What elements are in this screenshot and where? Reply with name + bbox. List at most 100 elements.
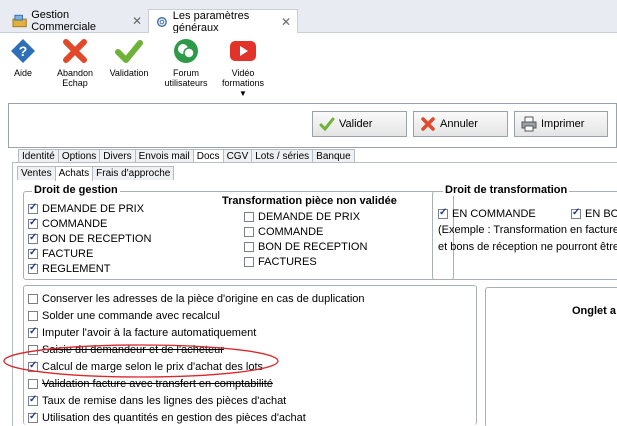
tab-identite[interactable]: Identité: [18, 149, 59, 163]
validation-button[interactable]: Validation: [106, 37, 152, 78]
button-label: Annuler: [440, 118, 478, 130]
dropdown-arrow-icon[interactable]: ▼: [239, 89, 247, 99]
checkbox-trans-bon-reception[interactable]: BON DE RECEPTION: [244, 241, 367, 253]
button-label: Aide: [13, 68, 32, 78]
svg-text:?: ?: [19, 43, 28, 59]
checkbox-box[interactable]: [244, 227, 254, 237]
valider-button[interactable]: Valider: [312, 111, 407, 137]
checkbox-bon-reception[interactable]: BON DE RECEPTION: [28, 232, 152, 245]
forum-icon: [174, 39, 198, 63]
checkbox-box[interactable]: [28, 294, 38, 304]
button-label: Valider: [339, 118, 373, 130]
cancel-x-icon: [421, 117, 435, 131]
checkbox-label: DEMANDE DE PRIX: [258, 211, 361, 223]
checkbox-box[interactable]: [438, 207, 448, 219]
checkbox-label: COMMANDE: [258, 226, 324, 238]
checkbox-box[interactable]: [244, 242, 254, 252]
checkbox-box[interactable]: [28, 326, 38, 338]
abandon-button[interactable]: Abandon Echap: [52, 37, 98, 88]
checkbox-label: EN BO: [585, 208, 617, 220]
tab-envois-mail[interactable]: Envois mail: [134, 149, 194, 163]
checkbox-trans-factures[interactable]: FACTURES: [244, 256, 317, 268]
checkbox-utilisation-quantites[interactable]: Utilisation des quantités en gestion des…: [28, 411, 306, 424]
example-text-line1: (Exemple : Transformation en facture: [438, 224, 617, 236]
checkbox-box[interactable]: [244, 212, 254, 222]
checkbox-box[interactable]: [571, 207, 581, 219]
checkbox-label: EN COMMANDE: [452, 208, 536, 220]
main-tab-strip: Identité Options Divers Envois mail Docs…: [18, 149, 355, 164]
tab-frais-approche[interactable]: Frais d'approche: [92, 166, 175, 180]
help-icon: ?: [11, 39, 35, 63]
checkbox-box[interactable]: [28, 232, 38, 244]
group-title: Droit de transformation: [443, 184, 570, 196]
button-label: Abandon Echap: [56, 68, 94, 88]
checkbox-facture[interactable]: FACTURE: [28, 247, 93, 260]
printer-icon: [521, 116, 537, 132]
button-label: Vidéo formations: [221, 68, 265, 88]
tab-banque[interactable]: Banque: [312, 149, 355, 163]
group-title: Droit de gestion: [32, 184, 120, 196]
transformation-title: Transformation pièce non validée: [222, 195, 397, 207]
imprimer-button[interactable]: Imprimer: [514, 111, 608, 137]
checkbox-commande[interactable]: COMMANDE: [28, 217, 108, 230]
tab-ventes[interactable]: Ventes: [17, 166, 56, 180]
cancel-x-icon: [63, 39, 87, 63]
checkbox-box[interactable]: [28, 202, 38, 214]
checkbox-taux-remise[interactable]: Taux de remise dans les lignes des pièce…: [28, 394, 287, 407]
checkbox-label: DEMANDE DE PRIX: [42, 203, 145, 215]
settings-gear-icon: [156, 16, 167, 27]
checkbox-solder-commande[interactable]: Solder une commande avec recalcul: [28, 310, 220, 322]
tab-cgv[interactable]: CGV: [222, 149, 253, 163]
checkbox-box[interactable]: [28, 411, 38, 423]
checkbox-reglement[interactable]: REGLEMENT: [28, 262, 111, 275]
checkbox-box[interactable]: [28, 262, 38, 274]
checkbox-box[interactable]: [244, 257, 254, 267]
tab-divers[interactable]: Divers: [99, 149, 136, 163]
tab-parametres-generaux[interactable]: Les paramètres généraux ✕: [148, 9, 298, 34]
checkbox-demande-prix[interactable]: DEMANDE DE PRIX: [28, 202, 145, 215]
app-icon: [12, 14, 27, 28]
forum-button[interactable]: Forum utilisateurs: [163, 37, 209, 88]
video-play-icon: [230, 41, 256, 61]
checkbox-label: BON DE RECEPTION: [42, 233, 152, 245]
checkbox-box[interactable]: [28, 247, 38, 259]
tab-achats[interactable]: Achats: [54, 166, 94, 181]
tab-gestion-commerciale[interactable]: Gestion Commerciale ✕: [6, 9, 148, 33]
checkbox-en-commande[interactable]: EN COMMANDE: [438, 207, 536, 220]
checkbox-en-bo[interactable]: EN BO: [571, 207, 617, 220]
tab-label: Les paramètres généraux: [172, 9, 250, 34]
close-icon[interactable]: ✕: [132, 14, 142, 28]
close-icon[interactable]: ✕: [281, 15, 291, 29]
checkbox-label: Solder une commande avec recalcul: [42, 310, 220, 322]
checkbox-box[interactable]: [28, 311, 38, 321]
checkbox-trans-demande-prix[interactable]: DEMANDE DE PRIX: [244, 211, 360, 223]
checkbox-label: Taux de remise dans les lignes des pièce…: [42, 395, 287, 407]
check-icon: [319, 117, 335, 132]
document-tab-bar: Gestion Commerciale ✕ Les paramètres gén…: [0, 0, 617, 34]
video-button[interactable]: Vidéo formations ▼: [220, 37, 266, 99]
ribbon-toolbar: ? Aide Abandon Echap Validation Forum ut…: [0, 33, 617, 99]
tab-lots-series[interactable]: Lots / séries: [251, 149, 314, 163]
button-label: Imprimer: [541, 118, 585, 130]
help-button[interactable]: ? Aide: [8, 37, 38, 78]
checkbox-label: Imputer l'avoir à la facture automatique…: [42, 327, 257, 339]
checkbox-box[interactable]: [28, 394, 38, 406]
onglet-label: Onglet a: [572, 305, 617, 317]
checkbox-box[interactable]: [28, 217, 38, 229]
highlight-ellipse: [3, 344, 279, 378]
checkbox-label: Conserver les adresses de la pièce d'ori…: [42, 293, 365, 305]
check-icon: [115, 40, 143, 63]
checkbox-conserver-adresses[interactable]: Conserver les adresses de la pièce d'ori…: [28, 293, 365, 305]
checkbox-label: Utilisation des quantités en gestion des…: [42, 412, 306, 424]
button-label: Forum utilisateurs: [164, 68, 208, 88]
tab-options[interactable]: Options: [57, 149, 101, 163]
annuler-button[interactable]: Annuler: [413, 111, 508, 137]
checkbox-trans-commande[interactable]: COMMANDE: [244, 226, 323, 238]
tab-label: Gestion Commerciale: [31, 9, 97, 33]
sub-tab-strip: Ventes Achats Frais d'approche: [17, 166, 175, 181]
checkbox-label: REGLEMENT: [42, 263, 111, 275]
checkbox-label: COMMANDE: [42, 218, 108, 230]
checkbox-imputer-avoir[interactable]: Imputer l'avoir à la facture automatique…: [28, 326, 257, 339]
checkbox-label: BON DE RECEPTION: [258, 241, 368, 253]
checkbox-label: FACTURES: [258, 256, 317, 268]
